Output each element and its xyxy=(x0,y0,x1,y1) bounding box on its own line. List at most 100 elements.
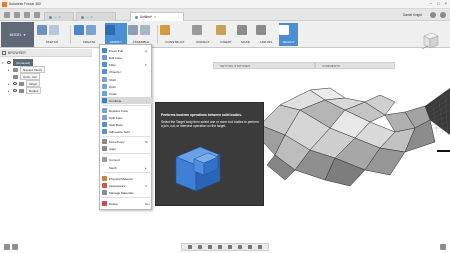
menu-item-draft[interactable]: Draft xyxy=(101,83,152,90)
browser-header[interactable]: BROWSER xyxy=(0,49,92,57)
timeline-play-icon[interactable] xyxy=(12,244,18,250)
tab-document-1[interactable]: ... × xyxy=(44,12,74,21)
stop-sketch-icon[interactable] xyxy=(49,25,59,35)
menu-item-shell[interactable]: Shell xyxy=(101,76,152,83)
menu-item-split-body[interactable]: Split Body xyxy=(101,121,152,128)
job-status-icon[interactable] xyxy=(430,12,436,18)
pan-icon[interactable] xyxy=(208,245,212,249)
menu-item-move-copy[interactable]: Move/Copy M xyxy=(101,138,152,145)
measure-icon[interactable] xyxy=(192,25,202,35)
joint-icon[interactable] xyxy=(140,25,150,35)
navigation-bar xyxy=(181,243,269,251)
window-title: Autodesk Fusion 360 xyxy=(9,2,41,6)
expand-icon[interactable]: ▸ xyxy=(8,82,11,86)
workspace-switcher[interactable]: MODEL ▾ xyxy=(1,22,34,47)
extrude-icon[interactable] xyxy=(74,25,84,35)
expand-icon[interactable]: ▸ xyxy=(8,68,11,72)
menu-item-silhouette-split[interactable]: Silhouette Split xyxy=(101,128,152,135)
new-component-icon[interactable] xyxy=(128,25,138,35)
menu-item-edit-face[interactable]: Edit Face xyxy=(101,54,152,61)
make-group[interactable]: MAKE xyxy=(237,23,254,46)
offset-plane-icon[interactable] xyxy=(160,25,170,35)
menu-item-physical-material[interactable]: Physical Material xyxy=(101,175,152,182)
menu-item-appearance[interactable]: Appearance A xyxy=(101,182,152,189)
visibility-icon[interactable] xyxy=(13,89,17,92)
tree-label: (Unsaved) xyxy=(13,59,34,66)
grid-settings-icon[interactable] xyxy=(248,245,252,249)
maximize-icon[interactable]: □ xyxy=(437,1,440,6)
menu-item-scale[interactable]: Scale xyxy=(101,90,152,97)
scripts-icon[interactable] xyxy=(256,25,266,35)
select-cursor-icon[interactable] xyxy=(279,25,289,35)
collapse-panel-icon[interactable] xyxy=(2,51,6,55)
timeline-start-icon[interactable] xyxy=(4,244,10,250)
close-tab-icon[interactable]: × xyxy=(154,15,156,19)
insert-group[interactable]: INSERT xyxy=(216,23,236,46)
construct-group[interactable]: CONSTRUCT xyxy=(160,23,190,46)
visibility-icon[interactable] xyxy=(13,82,17,85)
press-pull-icon[interactable] xyxy=(105,25,115,35)
menu-item-chamfer[interactable]: Chamfer xyxy=(101,68,152,75)
viewports-icon[interactable] xyxy=(258,245,262,249)
browser-root-item[interactable]: ▾ (Unsaved) xyxy=(2,59,34,66)
menu-item-fillet[interactable]: Fillet F xyxy=(101,61,152,68)
save-icon[interactable] xyxy=(24,12,30,18)
workspace-label: MODEL xyxy=(9,32,22,37)
convert-icon xyxy=(102,157,107,162)
group-label: INSERT xyxy=(220,40,232,44)
more-options-icon[interactable]: ⋮ xyxy=(145,99,152,103)
assemble-group[interactable]: ASSEMBLE xyxy=(128,23,154,46)
zoom-icon[interactable] xyxy=(218,245,222,249)
display-settings-icon[interactable] xyxy=(238,245,242,249)
3d-print-icon[interactable] xyxy=(237,25,247,35)
menu-item-delete[interactable]: Delete Del xyxy=(101,200,152,207)
menu-item-mesh[interactable]: Mesh ▸ xyxy=(101,164,152,171)
view-cube[interactable] xyxy=(420,30,440,52)
group-label: ADD-INS xyxy=(259,40,273,44)
menu-item-press-pull[interactable]: Press Pull Q xyxy=(101,47,152,54)
expand-icon[interactable]: ▾ xyxy=(2,61,5,65)
menu-item-align[interactable]: Align xyxy=(101,145,152,152)
create-sketch-icon[interactable] xyxy=(37,25,47,35)
browser-item-units[interactable]: Units: mm xyxy=(8,73,40,80)
visibility-icon[interactable] xyxy=(7,61,11,64)
add-ins-group[interactable]: ADD-INS xyxy=(256,23,276,46)
insert-image-icon[interactable] xyxy=(216,25,226,35)
close-tab-icon[interactable]: × xyxy=(59,15,61,19)
move-copy-icon xyxy=(102,139,107,144)
split-face-icon xyxy=(102,115,107,120)
undo-icon[interactable] xyxy=(34,12,40,18)
browser-item-origin[interactable]: ▸ Origin xyxy=(8,80,41,87)
menu-item-combine[interactable]: Combine ⋮ xyxy=(101,97,152,104)
revolve-icon[interactable] xyxy=(86,25,96,35)
orbit-icon[interactable] xyxy=(188,245,192,249)
user-name[interactable]: Daniel Knight xyxy=(403,13,422,17)
align-icon xyxy=(102,146,107,151)
file-menu-icon[interactable] xyxy=(14,12,20,18)
menu-item-split-face[interactable]: Split Face xyxy=(101,114,152,121)
inspect-group[interactable]: INSPECT xyxy=(192,23,214,46)
combine-illustration xyxy=(175,146,221,192)
close-icon[interactable]: × xyxy=(445,1,447,6)
menu-item-convert[interactable]: Convert xyxy=(101,156,152,163)
modify-group[interactable]: MODIFY xyxy=(105,23,127,46)
browser-item-bodies[interactable]: ▸ Bodies xyxy=(8,87,42,94)
fit-icon[interactable] xyxy=(228,245,232,249)
sketch-group[interactable]: SKETCH xyxy=(37,23,67,46)
create-group[interactable]: CREATE xyxy=(74,23,104,46)
data-panel-icon[interactable] xyxy=(4,12,10,18)
close-tab-icon[interactable]: × xyxy=(91,15,93,19)
tab-document-2[interactable]: ... × xyxy=(76,12,116,21)
mesh-model[interactable] xyxy=(255,80,450,190)
menu-item-replace-face[interactable]: Replace Face xyxy=(101,107,152,114)
look-at-icon[interactable] xyxy=(198,245,202,249)
timeline-settings-icon[interactable] xyxy=(440,244,446,250)
minimize-icon[interactable]: – xyxy=(430,1,432,6)
menu-item-manage-materials[interactable]: Manage Materials xyxy=(101,189,152,196)
select-group[interactable]: SELECT xyxy=(279,23,298,46)
manage-materials-icon xyxy=(102,190,107,195)
expand-icon[interactable]: ▸ xyxy=(8,89,11,93)
help-icon[interactable] xyxy=(440,12,446,18)
browser-item-named-views[interactable]: ▸ Named Views xyxy=(8,66,46,73)
tab-untitled[interactable]: Untitled* × xyxy=(130,12,184,21)
